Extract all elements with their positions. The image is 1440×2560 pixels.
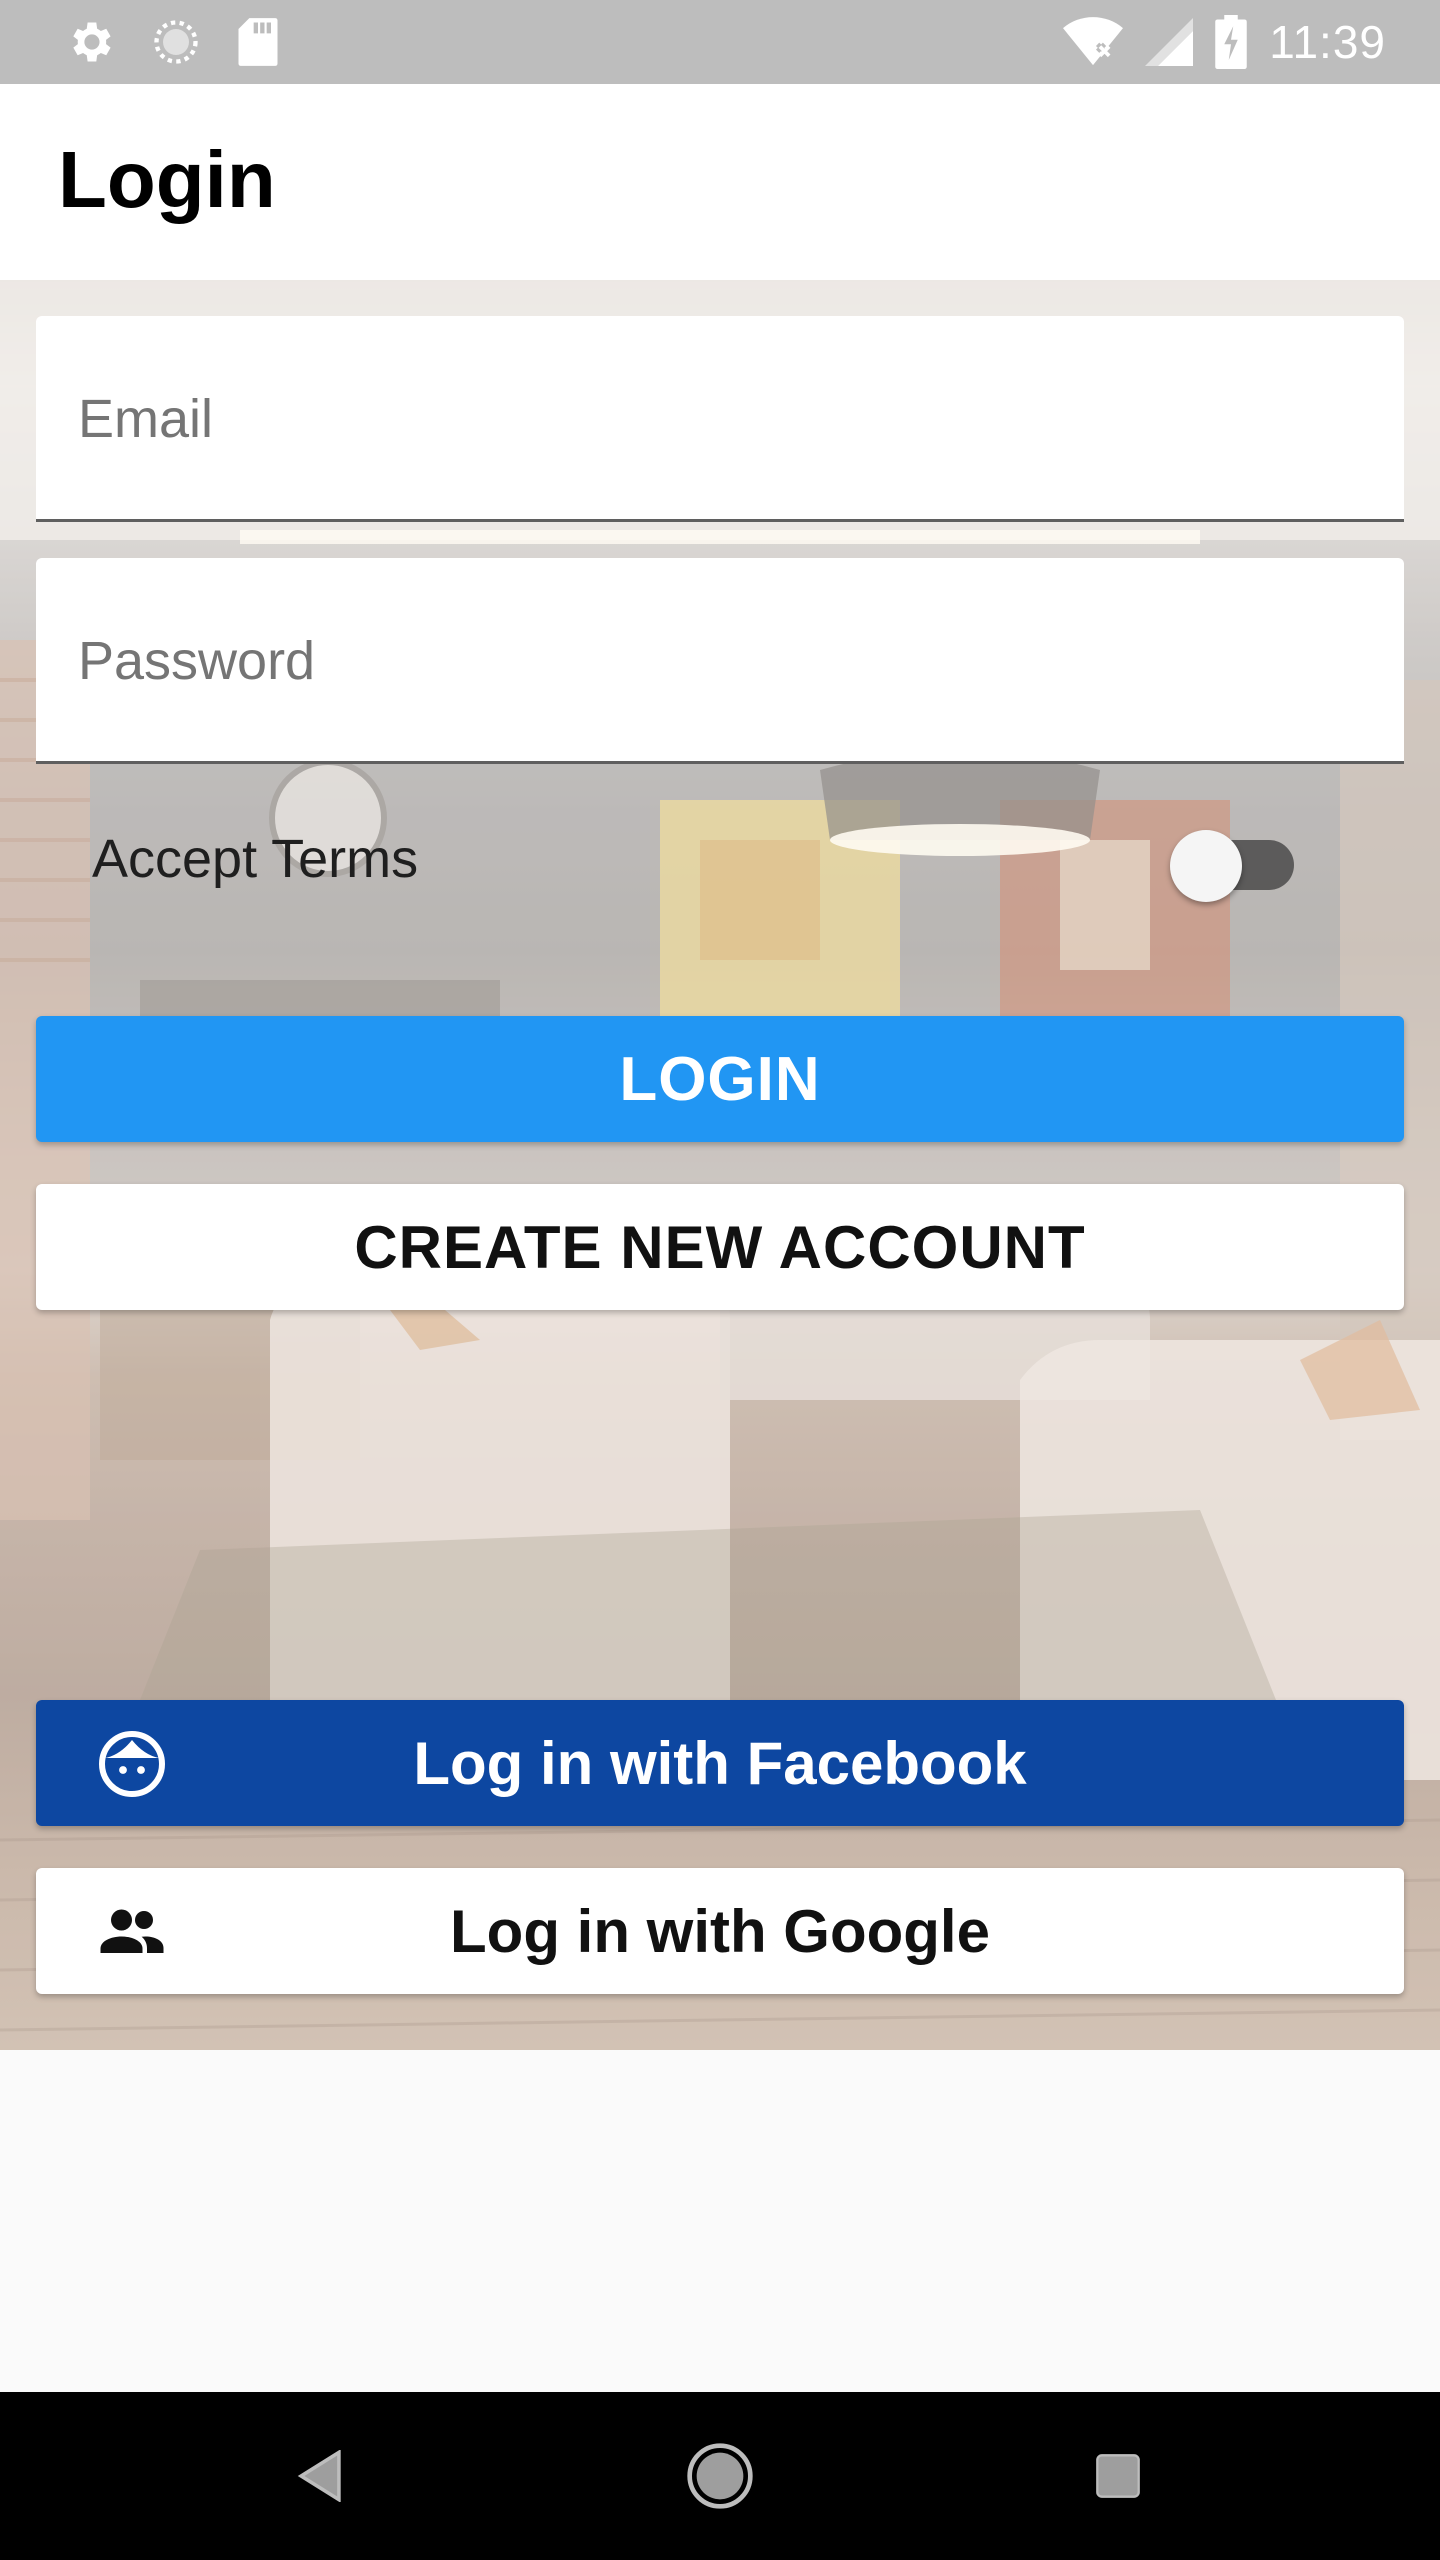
email-input[interactable] — [78, 376, 1358, 462]
signal-icon — [1145, 18, 1194, 66]
navigation-bar — [0, 2392, 1440, 2560]
sd-card-icon — [238, 18, 278, 66]
login-form-area: Accept Terms LOGIN CREATE NEW ACCOUNT Lo… — [0, 280, 1440, 2050]
create-account-button[interactable]: CREATE NEW ACCOUNT — [36, 1184, 1404, 1310]
home-button[interactable] — [680, 2436, 760, 2516]
recents-button[interactable] — [1078, 2436, 1158, 2516]
status-time: 11:39 — [1269, 16, 1386, 68]
status-bar: 11:39 — [0, 0, 1440, 84]
accept-terms-label: Accept Terms — [92, 829, 419, 889]
email-field[interactable] — [36, 316, 1404, 522]
google-login-button[interactable]: Log in with Google — [36, 1868, 1404, 1994]
people-icon — [100, 1909, 164, 1953]
back-button[interactable] — [280, 2436, 360, 2516]
home-icon — [687, 2443, 753, 2509]
page-title: Login — [58, 135, 276, 224]
status-bar-left — [64, 16, 280, 68]
status-bar-right: 11:39 — [1063, 14, 1386, 70]
facebook-login-label: Log in with Facebook — [413, 1729, 1027, 1797]
recents-icon — [1096, 2454, 1140, 2498]
face-icon — [99, 1731, 165, 1797]
app-bar: Login — [0, 84, 1440, 280]
switch-thumb — [1170, 830, 1242, 902]
settings-icon — [73, 22, 111, 62]
wifi-off-icon — [1063, 17, 1124, 66]
sync-icon — [154, 20, 198, 64]
back-icon — [297, 2450, 341, 2502]
facebook-login-button[interactable]: Log in with Facebook — [36, 1700, 1404, 1826]
password-input[interactable] — [78, 618, 1358, 704]
battery-charging-icon — [1215, 15, 1248, 69]
login-button[interactable]: LOGIN — [36, 1016, 1404, 1142]
password-field[interactable] — [36, 558, 1404, 764]
accept-terms-switch[interactable] — [1170, 820, 1304, 902]
google-login-label: Log in with Google — [450, 1897, 990, 1965]
